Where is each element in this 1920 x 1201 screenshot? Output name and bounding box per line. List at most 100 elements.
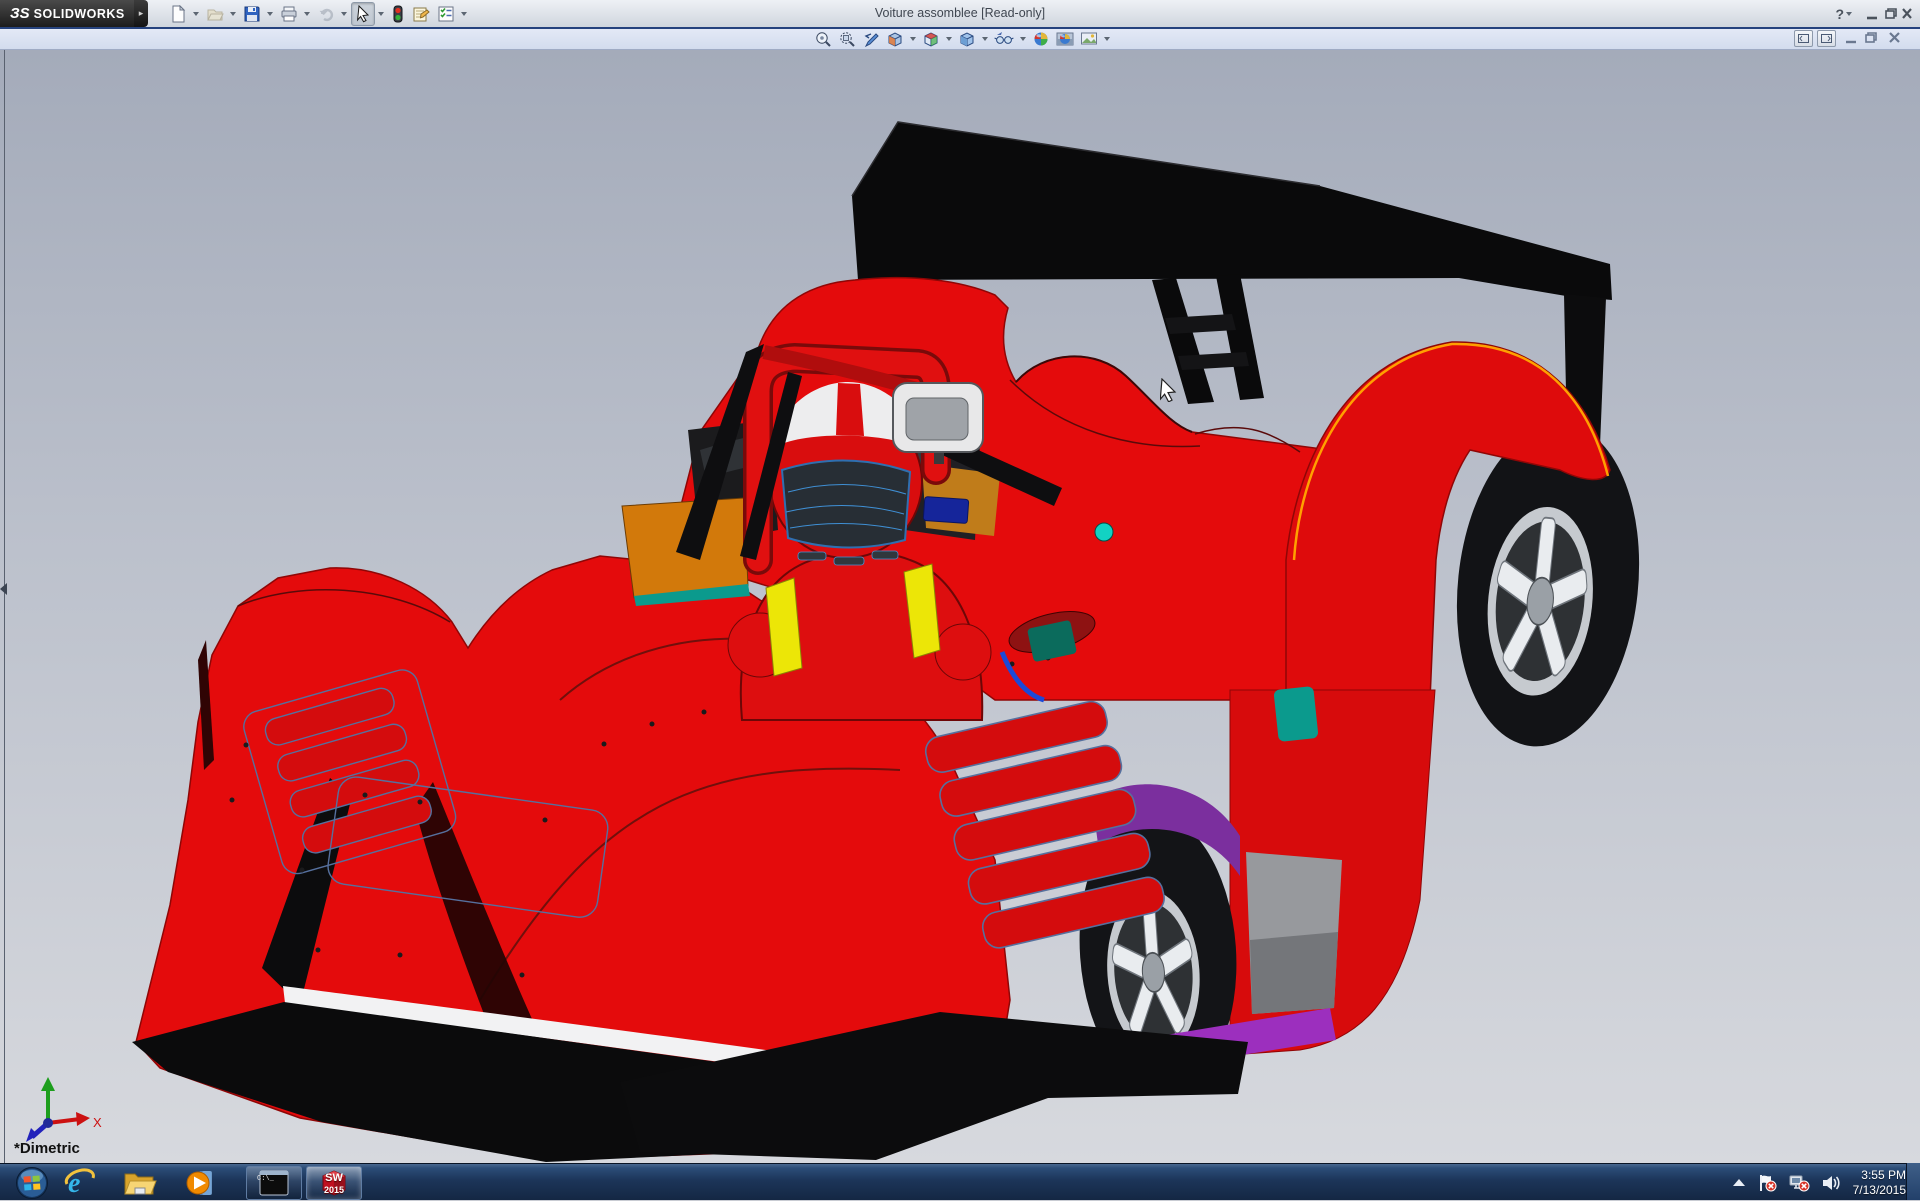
show-hidden-icons-button[interactable]	[1732, 1178, 1746, 1188]
clock-date: 7/13/2015	[1852, 1182, 1906, 1197]
options-checklist-button[interactable]	[434, 2, 458, 26]
section-view-dropdown[interactable]	[910, 37, 916, 41]
network-status-button[interactable]	[1788, 1174, 1810, 1192]
up-arrow-icon	[1732, 1178, 1745, 1186]
command-prompt-button[interactable]: C:\_	[246, 1166, 302, 1200]
network-disconnected-icon	[1789, 1175, 1810, 1191]
teal-vent	[1273, 686, 1319, 742]
zoom-to-area-icon	[840, 32, 855, 47]
options-checklist-icon	[438, 6, 454, 22]
print-button[interactable]	[277, 2, 301, 26]
clock-time: 3:55 PM	[1861, 1167, 1906, 1182]
graphics-viewport[interactable]: X *Dimetric	[0, 50, 1920, 1163]
open-dropdown[interactable]	[230, 12, 236, 16]
helmet-visor	[780, 459, 912, 549]
view-settings-button[interactable]	[1078, 30, 1100, 49]
clock[interactable]: 3:55 PM 7/13/2015	[1853, 1168, 1906, 1198]
pane-right-button[interactable]	[1817, 29, 1836, 47]
windows-start-icon	[16, 1166, 48, 1199]
save-icon	[244, 6, 260, 22]
folder-icon	[124, 1173, 157, 1194]
mouse-cursor	[1160, 378, 1177, 402]
media-player-button[interactable]	[178, 1166, 222, 1199]
undo-icon	[319, 8, 334, 22]
media-player-icon	[186, 1170, 212, 1195]
display-style-button[interactable]	[956, 30, 978, 49]
close-button[interactable]	[1902, 7, 1912, 19]
main-toolbar	[166, 2, 471, 26]
save-button[interactable]	[240, 2, 264, 26]
command-prompt-text: C:\_	[257, 1175, 274, 1183]
rebuild-button[interactable]	[388, 2, 408, 26]
previous-view-icon	[864, 33, 879, 48]
section-view-button[interactable]	[884, 30, 906, 49]
solidworks-logo-text: SOLIDWORKS	[33, 6, 125, 21]
panel-divider[interactable]	[4, 50, 5, 1163]
print-dropdown[interactable]	[304, 12, 310, 16]
help-dropdown[interactable]	[1846, 11, 1852, 16]
race-car-model[interactable]	[0, 50, 1920, 1163]
new-dropdown[interactable]	[193, 12, 199, 16]
edit-note-icon	[413, 7, 430, 22]
undo-button[interactable]	[314, 2, 338, 26]
show-desktop-button[interactable]	[1906, 1163, 1920, 1200]
zoom-to-fit-button[interactable]	[812, 30, 834, 49]
apply-scene-button[interactable]	[1054, 30, 1076, 49]
hide-show-dropdown[interactable]	[1020, 37, 1026, 41]
document-window-controls	[1790, 29, 1910, 47]
menu-expand-arrow[interactable]: ▸	[134, 0, 148, 27]
rearview-mirror[interactable]	[892, 382, 984, 464]
hide-show-items-icon	[994, 32, 1014, 44]
collapse-panel-arrow[interactable]	[0, 583, 7, 595]
restore-button[interactable]	[1885, 7, 1897, 19]
edit-appearance-button[interactable]	[1030, 30, 1052, 49]
restore-document-button[interactable]	[1865, 32, 1877, 43]
open-button[interactable]	[203, 2, 227, 26]
open-icon	[207, 9, 224, 21]
zoom-to-area-button[interactable]	[836, 30, 858, 49]
harness-buckle	[922, 496, 970, 524]
internet-explorer-button[interactable]: e	[58, 1166, 102, 1199]
close-document-button[interactable]	[1889, 32, 1900, 43]
title-bar: ЗS SOLIDWORKS ▸ Voiture assomblee [Read-…	[0, 0, 1920, 28]
select-button[interactable]	[351, 2, 375, 26]
new-document-icon	[172, 5, 186, 23]
pane-left-button[interactable]	[1794, 29, 1813, 47]
previous-view-button[interactable]	[860, 30, 882, 49]
options-dropdown[interactable]	[461, 12, 467, 16]
speaker-icon	[1822, 1175, 1840, 1190]
command-prompt-icon	[259, 1170, 289, 1196]
pane-left-icon	[1798, 33, 1809, 43]
pane-right-icon	[1821, 33, 1832, 43]
window-controls: ?	[1821, 0, 1912, 27]
solidworks-taskbar-button[interactable]: SW 2015	[306, 1166, 362, 1200]
action-center-button[interactable]	[1757, 1174, 1777, 1192]
view-orientation-button[interactable]	[920, 30, 942, 49]
edit-note-button[interactable]	[409, 2, 433, 26]
view-settings-icon	[1081, 32, 1097, 45]
system-tray: 3:55 PM 7/13/2015	[1721, 1164, 1906, 1201]
start-button[interactable]	[10, 1166, 54, 1199]
document-caption-buttons	[1846, 32, 1900, 44]
internet-explorer-icon: e	[64, 1168, 95, 1199]
volume-button[interactable]	[1821, 1174, 1841, 1192]
help-button[interactable]: ?	[1835, 6, 1844, 22]
hide-show-items-button[interactable]	[992, 30, 1016, 49]
cyan-button	[1094, 522, 1114, 542]
section-view-icon	[888, 32, 902, 47]
view-orientation-dropdown[interactable]	[946, 37, 952, 41]
print-icon	[281, 6, 297, 22]
orientation-triad: X	[26, 1077, 102, 1142]
select-dropdown[interactable]	[378, 12, 384, 16]
solidworks-icon-letters: SW	[325, 1172, 343, 1184]
display-style-dropdown[interactable]	[982, 37, 988, 41]
new-document-button[interactable]	[166, 2, 190, 26]
select-cursor-icon	[356, 5, 370, 23]
display-style-icon	[960, 32, 974, 47]
solidworks-logo: ЗS SOLIDWORKS	[0, 0, 134, 27]
undo-dropdown[interactable]	[341, 12, 347, 16]
view-settings-dropdown[interactable]	[1104, 37, 1110, 41]
save-dropdown[interactable]	[267, 12, 273, 16]
file-explorer-button[interactable]	[118, 1166, 162, 1199]
rebuild-traffic-light-icon	[393, 5, 403, 23]
